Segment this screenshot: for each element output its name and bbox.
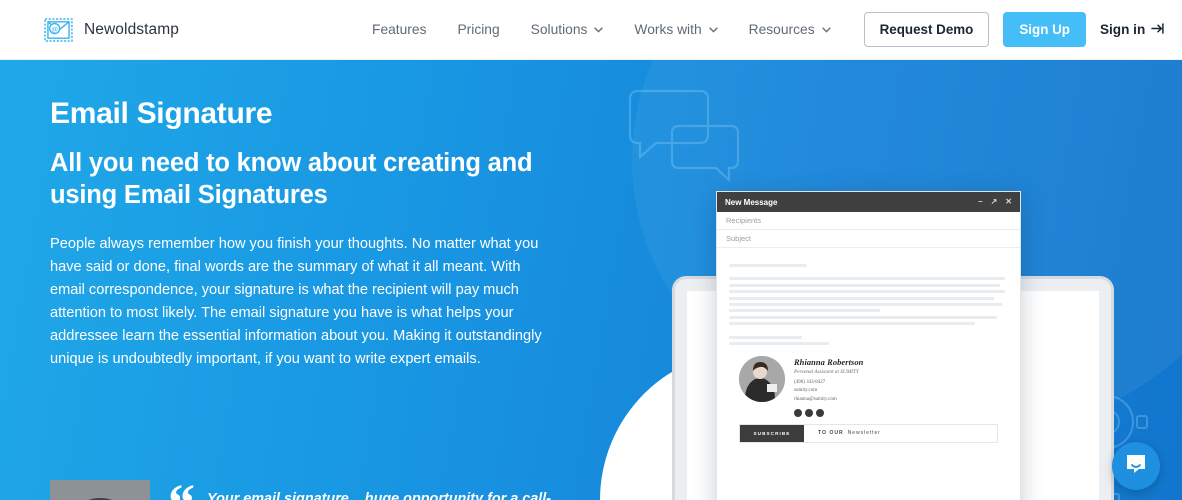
subject-placeholder: Subject [726, 234, 752, 243]
nav-item-works-with[interactable]: Works with [634, 22, 718, 37]
signature-photo [739, 356, 785, 403]
hero-copy: Email Signature All you need to know abo… [50, 98, 570, 371]
email-compose-window: New Message – ↗ ✕ Recipients Subject Dea… [716, 191, 1021, 500]
close-icon[interactable]: ✕ [1005, 198, 1012, 206]
newsletter-prefix: TO OUR [818, 430, 844, 437]
sign-in-link[interactable]: Sign in [1100, 22, 1165, 38]
signature-website[interactable]: sumity.com [794, 387, 863, 396]
nav-actions: Request Demo Sign Up Sign in [863, 12, 1166, 47]
chevron-down-icon [594, 26, 604, 33]
facebook-icon[interactable] [794, 408, 802, 417]
signature-name: Rhianna Robertson [794, 358, 864, 368]
nav-links: Features Pricing Solutions Works with Re… [372, 22, 831, 37]
login-arrow-icon [1151, 22, 1165, 38]
stamp-envelope-at-icon: @ [44, 17, 73, 42]
nav-item-label: Works with [634, 22, 702, 37]
quote-mark-icon: “ [168, 476, 195, 500]
chat-widget-icon [1124, 452, 1148, 481]
twitter-icon[interactable] [805, 408, 813, 417]
hero-description: People always remember how you finish yo… [50, 235, 542, 367]
page-title: All you need to know about creating and … [50, 148, 533, 210]
compose-title-bar: New Message – ↗ ✕ [717, 192, 1020, 212]
recipients-field[interactable]: Recipients [717, 212, 1020, 230]
testimonial: “ Your email signature... huge opportuni… [50, 476, 570, 500]
hero-section: Email Signature All you need to know abo… [0, 60, 1182, 500]
signature-role: Personal Assistant at SUMITY [794, 368, 859, 375]
chat-widget-button[interactable] [1112, 442, 1160, 490]
expand-icon[interactable]: ↗ [991, 198, 998, 206]
chat-bubbles-outline-icon [620, 85, 750, 195]
newsletter-label: Newsletter [847, 430, 881, 437]
sign-in-label: Sign in [1099, 22, 1146, 37]
top-navigation-bar: @ Newoldstamp Features Pricing Solutions… [0, 0, 1182, 60]
chevron-down-icon [708, 26, 718, 33]
email-signature-block: Rhianna Robertson Personal Assistant at … [717, 348, 1020, 417]
nav-item-features[interactable]: Features [372, 22, 426, 37]
nav-item-label: Features [372, 22, 427, 37]
nav-item-solutions[interactable]: Solutions [531, 22, 604, 37]
nav-item-label: Resources [748, 22, 815, 37]
newsletter-text: TO OUR Newsletter [804, 424, 997, 442]
subject-field[interactable]: Subject [717, 230, 1020, 248]
subscribe-cta[interactable]: SUBSCRIBE [740, 424, 804, 442]
hero-eyebrow: Email Signature [50, 97, 273, 130]
recipients-placeholder: Recipients [726, 216, 762, 225]
brand-logo[interactable]: @ Newoldstamp [44, 17, 180, 42]
nav-item-resources[interactable]: Resources [749, 22, 831, 37]
linkedin-icon[interactable] [816, 408, 824, 417]
svg-text:@: @ [51, 26, 58, 33]
signature-phone: (498) 343-8427 [794, 379, 826, 385]
signature-email[interactable]: rhianna@sumity.com [794, 396, 863, 405]
signature-banner[interactable]: SUBSCRIBE TO OUR Newsletter [739, 423, 998, 443]
compose-window-title: New Message [725, 197, 778, 207]
nav-item-pricing[interactable]: Pricing [457, 22, 499, 37]
testimonial-quote: Your email signature... huge opportunity… [207, 491, 552, 500]
request-demo-button[interactable]: Request Demo [863, 12, 990, 47]
minimize-icon[interactable]: – [978, 198, 982, 206]
nav-item-label: Solutions [530, 22, 588, 37]
nav-item-label: Pricing [457, 22, 500, 37]
avatar [50, 480, 150, 500]
chevron-down-icon [821, 26, 831, 33]
sign-up-button[interactable]: Sign Up [1003, 12, 1086, 47]
landing-page: @ Newoldstamp Features Pricing Solutions… [0, 0, 1182, 500]
brand-name: Newoldstamp [84, 20, 180, 38]
email-body-text[interactable]: Dear Ms. Price, Thank you so much for ta… [717, 248, 1020, 345]
